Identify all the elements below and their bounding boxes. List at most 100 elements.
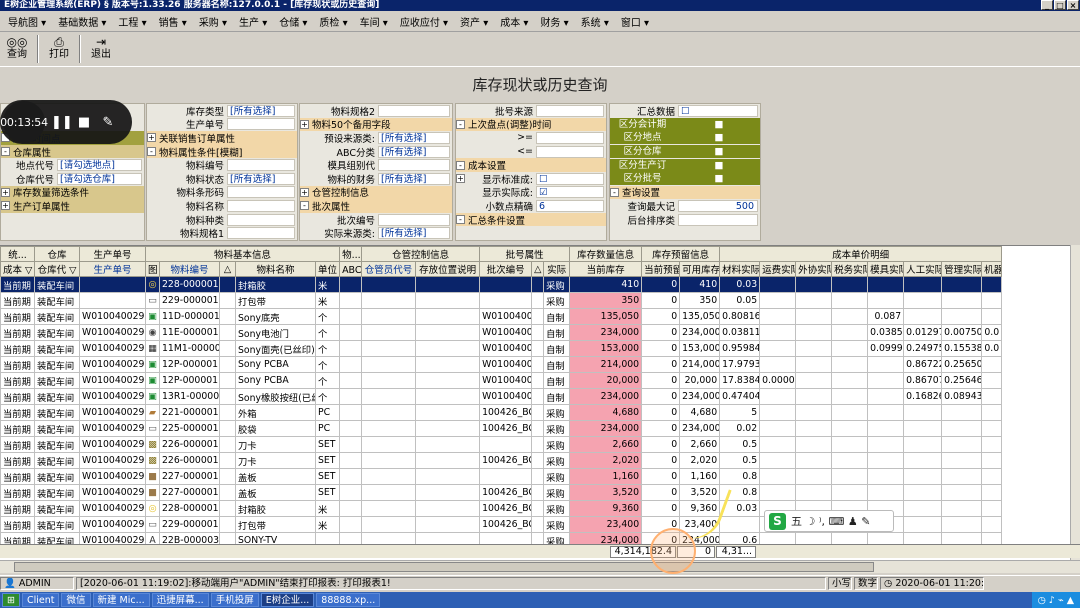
query-row[interactable]: 库存类型 [所有选择] — [147, 104, 297, 118]
menu-item[interactable]: 成本 ▾ — [494, 14, 534, 29]
table-cell[interactable] — [361, 500, 417, 517]
query-row[interactable]: - 批次属性 — [300, 199, 452, 213]
table-cell[interactable]: 0.959849 — [719, 340, 761, 357]
column-header[interactable]: 生产单号 — [79, 261, 146, 277]
table-cell[interactable]: 采购 — [543, 452, 571, 469]
field-value[interactable]: [所有选择] — [227, 104, 295, 117]
table-cell[interactable]: 装配车间 — [34, 356, 80, 373]
table-row[interactable]: 当前期 装配车间 W0100400298 ▣ 12P-000001 Sony PCBA 个 W… — [0, 372, 1003, 389]
table-cell[interactable]: 0 — [641, 276, 681, 293]
icon-green[interactable]: ▣ — [145, 308, 160, 325]
table-cell[interactable] — [981, 436, 1003, 453]
table-cell[interactable] — [219, 324, 236, 341]
query-row[interactable]: 物料种类 — [147, 213, 297, 227]
table-cell[interactable] — [831, 372, 869, 389]
collapse-icon[interactable]: - — [456, 160, 465, 170]
table-cell[interactable]: W0100400298 — [79, 452, 146, 469]
query-row[interactable]: 地点代号 [请勾选地点] — [1, 158, 144, 172]
table-cell[interactable]: 12P-000001 — [159, 356, 220, 373]
table-cell[interactable] — [831, 324, 869, 341]
table-row[interactable]: 当前期 装配车间 W0100400298 ▣ 12P-000001 Sony PCBA 个 W… — [0, 356, 1003, 373]
table-cell[interactable]: 当前期 — [0, 372, 35, 389]
table-cell[interactable] — [531, 468, 545, 485]
table-cell[interactable]: 当前期 — [0, 308, 35, 325]
column-header[interactable]: 人工实际 — [903, 261, 943, 277]
table-cell[interactable] — [531, 420, 545, 437]
table-cell[interactable]: 0.867221 — [903, 356, 943, 373]
column-header[interactable]: 税务实际 — [831, 261, 869, 277]
table-cell[interactable]: 11M1-000001S — [159, 340, 220, 357]
table-cell[interactable]: 个 — [314, 372, 341, 389]
table-cell[interactable]: Sony底壳 — [235, 308, 316, 325]
query-row[interactable]: - 查询设置 — [610, 185, 760, 199]
table-cell[interactable]: 0.099957 — [867, 340, 905, 357]
table-cell[interactable]: 0.089433 — [941, 388, 983, 405]
table-cell[interactable]: W0100400321 — [479, 372, 533, 389]
table-cell[interactable] — [941, 308, 983, 325]
table-cell[interactable]: 0.000031 — [759, 372, 797, 389]
table-cell[interactable] — [339, 340, 363, 357]
table-cell[interactable]: W0100400298 — [79, 420, 146, 437]
table-cell[interactable] — [941, 484, 983, 501]
table-cell[interactable]: 当前期 — [0, 276, 35, 293]
table-cell[interactable]: Sony橡胶按纽(已丝印 — [235, 388, 316, 405]
scrollbar-thumb[interactable] — [14, 562, 874, 572]
table-cell[interactable]: 20,000 — [569, 372, 643, 389]
table-cell[interactable]: 0.0 — [981, 340, 1003, 357]
table-cell[interactable]: 0 — [641, 484, 681, 501]
table-cell[interactable] — [759, 340, 797, 357]
table-cell[interactable] — [339, 516, 363, 533]
table-cell[interactable]: 当前期 — [0, 500, 35, 517]
table-cell[interactable] — [759, 436, 797, 453]
table-cell[interactable]: 0.02 — [719, 420, 761, 437]
option-checkbox[interactable]: ■ — [678, 145, 760, 159]
table-cell[interactable]: 2,020 — [679, 452, 721, 469]
table-cell[interactable]: W0100400298 — [79, 324, 146, 341]
table-cell[interactable]: Sony PCBA — [235, 372, 316, 389]
restore-button[interactable]: □ — [1054, 0, 1066, 10]
menu-item[interactable]: 导航图 ▾ — [2, 14, 52, 29]
field-value[interactable] — [227, 199, 295, 212]
table-cell[interactable] — [981, 356, 1003, 373]
table-cell[interactable]: 当前期 — [0, 468, 35, 485]
menu-item[interactable]: 销售 ▾ — [153, 14, 193, 29]
table-cell[interactable]: 100426_BC0001 — [479, 500, 533, 517]
table-cell[interactable] — [415, 340, 481, 357]
table-cell[interactable] — [795, 308, 833, 325]
table-row[interactable]: 当前期 装配车间 ▭ 229-000001 打包带米采购 350 0 350 0.05 — [0, 292, 1003, 309]
table-cell[interactable]: 0 — [641, 292, 681, 309]
table-cell[interactable] — [339, 500, 363, 517]
field-value[interactable]: ☑ — [536, 186, 604, 199]
table-cell[interactable]: 0.03 — [719, 276, 761, 293]
table-cell[interactable]: W0100400298 — [79, 500, 146, 517]
table-cell[interactable]: W0100400298 — [79, 468, 146, 485]
column-header[interactable]: 实际 — [543, 261, 571, 277]
table-cell[interactable]: 自制 — [543, 324, 571, 341]
column-header[interactable]: 仓管员代号 — [361, 261, 417, 277]
table-cell[interactable]: 0.8 — [719, 468, 761, 485]
table-cell[interactable] — [941, 500, 983, 517]
field-value[interactable]: 6 — [536, 199, 604, 212]
table-cell[interactable]: W0100400301 — [479, 308, 533, 325]
table-cell[interactable]: 228-000001 — [159, 500, 220, 517]
table-cell[interactable]: 胶袋 — [235, 420, 316, 437]
table-cell[interactable] — [941, 404, 983, 421]
table-cell[interactable]: 0.47404 — [719, 388, 761, 405]
table-cell[interactable] — [941, 468, 983, 485]
query-row[interactable]: 物料条形码 — [147, 186, 297, 199]
table-cell[interactable] — [719, 516, 761, 533]
table-cell[interactable] — [867, 292, 905, 309]
table-cell[interactable] — [981, 388, 1003, 405]
table-cell[interactable]: 0.155382 — [941, 340, 983, 357]
table-cell[interactable]: 17.83845 — [719, 372, 761, 389]
field-value[interactable] — [227, 118, 295, 131]
column-header[interactable]: 成本 ▽ — [0, 261, 35, 277]
menu-item[interactable]: 工程 ▾ — [112, 14, 152, 29]
expand-icon[interactable]: + — [147, 133, 156, 143]
icon-brown[interactable]: ■ — [145, 468, 160, 485]
icon-grid[interactable]: ▦ — [145, 340, 160, 357]
table-cell[interactable]: 装配车间 — [34, 516, 80, 533]
table-cell[interactable]: 234,000 — [569, 420, 643, 437]
table-cell[interactable]: 100426_BC0001 — [479, 420, 533, 437]
table-cell[interactable] — [361, 452, 417, 469]
